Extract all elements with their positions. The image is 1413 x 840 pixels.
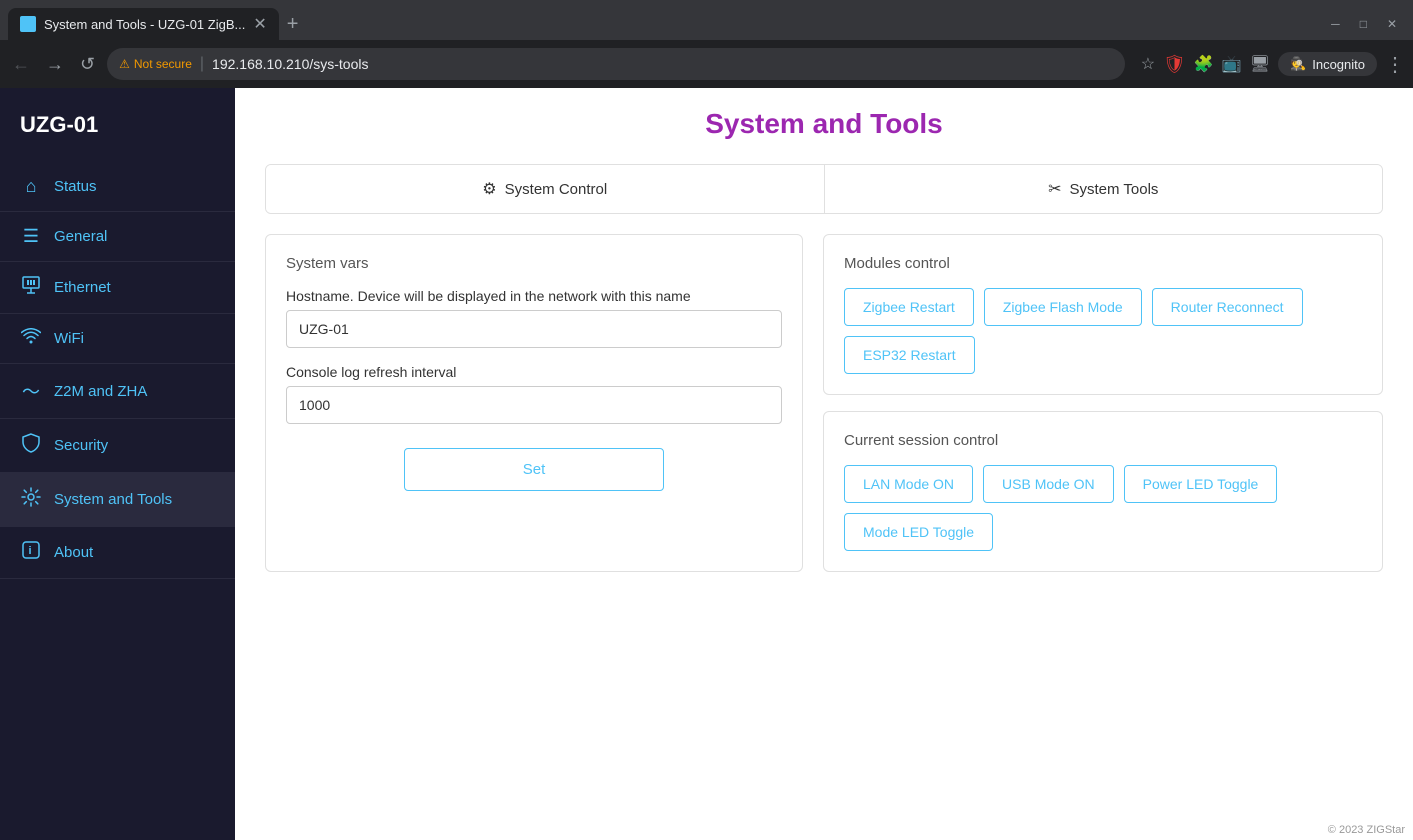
tabs-row: ⚙ System Control ✂ System Tools [265,164,1383,214]
not-secure-indicator: ⚠ Not secure [119,57,192,71]
restore-button[interactable]: □ [1352,13,1375,35]
address-bar[interactable]: ⚠ Not secure | 192.168.10.210/sys-tools [107,48,1125,80]
system-tools-icon [20,487,42,512]
footer: © 2023 ZIGStar [1320,820,1413,840]
modules-control-title: Modules control [844,255,1362,272]
sidebar-item-z2m-zha[interactable]: 〜 Z2M and ZHA [0,364,235,419]
system-vars-panel: System vars Hostname. Device will be dis… [265,234,803,572]
new-tab-button[interactable]: + [287,13,299,36]
sidebar-item-about[interactable]: i About [0,527,235,579]
sidebar-item-label: WiFi [54,330,84,347]
incognito-icon: 🕵 [1290,56,1306,72]
minimize-button[interactable]: ─ [1323,13,1348,35]
hostname-label: Hostname. Device will be displayed in th… [286,288,782,304]
sidebar-item-status[interactable]: ⌂ Status [0,162,235,212]
sidebar-item-label: Z2M and ZHA [54,383,147,400]
general-icon: ☰ [20,226,42,247]
sidebar-logo: UZG-01 [0,104,235,162]
address-bar-row: ← → ↺ ⚠ Not secure | 192.168.10.210/sys-… [0,40,1413,88]
esp32-restart-button[interactable]: ESP32 Restart [844,336,975,374]
toolbar-icons: ☆ 🛡 🧩 📺 🖥 [1141,54,1270,75]
tab-favicon [20,16,36,32]
menu-button[interactable]: ⋮ [1385,52,1405,77]
zigbee-flash-mode-button[interactable]: Zigbee Flash Mode [984,288,1142,326]
sidebar-item-label: Status [54,178,97,195]
tab-title: System and Tools - UZG-01 ZigB... [44,17,245,32]
page-title: System and Tools [265,108,1383,140]
tab-bar: System and Tools - UZG-01 ZigB... ✕ + ─ … [0,0,1413,40]
status-icon: ⌂ [20,176,42,197]
modules-control-box: Modules control Zigbee Restart Zigbee Fl… [823,234,1383,395]
sidebar-item-label: General [54,228,107,245]
system-tools-tab-icon: ✂ [1048,179,1061,199]
sidebar-item-wifi[interactable]: WiFi [0,314,235,364]
about-icon: i [20,541,42,564]
sidebar-item-general[interactable]: ☰ General [0,212,235,262]
profile-icon[interactable]: 🖥 [1250,54,1270,74]
set-button[interactable]: Set [404,448,664,491]
right-panel: Modules control Zigbee Restart Zigbee Fl… [823,234,1383,572]
cast-icon[interactable]: 📺 [1222,54,1242,74]
tab-close-icon[interactable]: ✕ [253,14,266,34]
sidebar-item-ethernet[interactable]: Ethernet [0,262,235,314]
console-interval-input[interactable] [286,386,782,424]
svg-text:i: i [29,545,32,557]
app-container: UZG-01 ⌂ Status ☰ General Ethernet [0,88,1413,840]
wifi-icon [20,328,42,349]
forward-button[interactable]: → [42,50,68,79]
main-content: System and Tools ⚙ System Control ✂ Syst… [235,88,1413,840]
separator: | [200,55,204,73]
mode-led-toggle-button[interactable]: Mode LED Toggle [844,513,993,551]
router-reconnect-button[interactable]: Router Reconnect [1152,288,1303,326]
console-label: Console log refresh interval [286,364,782,380]
session-control-title: Current session control [844,432,1362,449]
sidebar-item-security[interactable]: Security [0,419,235,473]
usb-mode-on-button[interactable]: USB Mode ON [983,465,1114,503]
hostname-input[interactable] [286,310,782,348]
sidebar-item-system-tools[interactable]: System and Tools [0,473,235,527]
system-tools-tab-label: System Tools [1069,181,1158,198]
star-icon[interactable]: ☆ [1141,54,1155,74]
session-btn-group: LAN Mode ON USB Mode ON Power LED Toggle… [844,465,1362,551]
sidebar-item-label: About [54,544,93,561]
session-control-box: Current session control LAN Mode ON USB … [823,411,1383,572]
browser-chrome: System and Tools - UZG-01 ZigB... ✕ + ─ … [0,0,1413,88]
warning-icon: ⚠ [119,57,130,71]
footer-label: © 2023 ZIGStar [1328,824,1405,836]
modules-btn-group: Zigbee Restart Zigbee Flash Mode Router … [844,288,1362,374]
z2m-icon: 〜 [20,378,42,404]
system-vars-title: System vars [286,255,782,272]
sidebar-item-label: Ethernet [54,279,111,296]
extensions-icon[interactable]: 🧩 [1194,54,1214,74]
tab-system-control[interactable]: ⚙ System Control [266,165,825,213]
back-button[interactable]: ← [8,50,34,79]
sidebar-item-label: System and Tools [54,491,172,508]
window-controls: ─ □ ✕ [1323,13,1405,35]
url-text: 192.168.10.210/sys-tools [212,56,368,72]
sidebar: UZG-01 ⌂ Status ☰ General Ethernet [0,88,235,840]
power-led-toggle-button[interactable]: Power LED Toggle [1124,465,1278,503]
browser-tab[interactable]: System and Tools - UZG-01 ZigB... ✕ [8,8,279,40]
system-control-tab-icon: ⚙ [482,179,496,199]
close-button[interactable]: ✕ [1379,13,1405,35]
system-control-tab-label: System Control [505,181,608,198]
lan-mode-on-button[interactable]: LAN Mode ON [844,465,973,503]
incognito-button[interactable]: 🕵 Incognito [1278,52,1377,76]
reload-button[interactable]: ↺ [76,50,99,79]
zigbee-restart-button[interactable]: Zigbee Restart [844,288,974,326]
panels-row: System vars Hostname. Device will be dis… [265,234,1383,572]
sidebar-item-label: Security [54,437,108,454]
shield-icon[interactable]: 🛡 [1163,54,1186,75]
security-icon [20,433,42,458]
tab-system-tools[interactable]: ✂ System Tools [825,165,1383,213]
ethernet-icon [20,276,42,299]
